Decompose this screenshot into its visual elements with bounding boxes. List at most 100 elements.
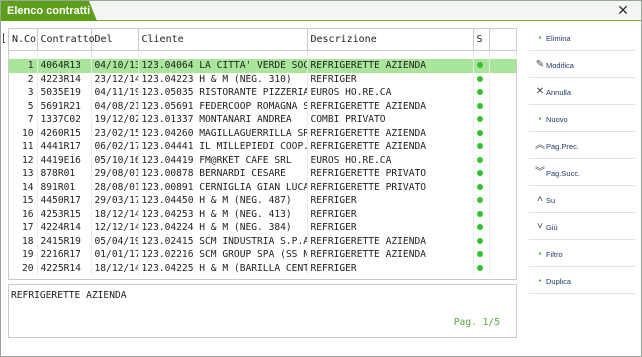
contracts-window: Elenco contratti ✕ N.Co Contratto Del Cl… — [0, 0, 642, 357]
row-contratto: 1337C02 — [37, 113, 92, 127]
row-filler — [489, 262, 516, 276]
table-row[interactable]: 16 4253R15 18/12/14 123.04253 H & M (NEG. 4… — [9, 207, 516, 222]
row-status — [473, 72, 490, 86]
status-dot-icon — [476, 89, 483, 95]
row-contratto: 878R01 — [37, 167, 92, 181]
table-row[interactable]: 1 4064R13 04/10/13 123.04064 LA CITTA' VERD… — [9, 59, 516, 73]
column-header-nco[interactable]: N.Co — [9, 29, 38, 51]
row-contratto: 4224R14 — [37, 221, 92, 235]
close-icon[interactable]: ✕ — [615, 2, 631, 18]
row-status — [473, 126, 490, 140]
row-cliente: 123.04223 H & M (NEG. 310) — [138, 72, 308, 86]
status-dot-icon — [476, 116, 483, 122]
row-nco: 16 — [9, 207, 38, 221]
row-filler — [489, 154, 516, 168]
row-filler — [489, 140, 516, 154]
table-row[interactable]: 18 2415R19 05/04/19 123.02415 SCM INDUSTRIA… — [9, 234, 516, 249]
status-dot-icon — [476, 197, 483, 203]
green-dot-icon: ● — [538, 278, 542, 284]
title-bar: Elenco contratti ✕ — [1, 1, 641, 21]
table-row[interactable]: 13 878R01 29/08/01 123.00878 BERNARDI CESAR… — [9, 167, 516, 181]
row-status — [473, 113, 490, 127]
row-status — [473, 167, 490, 181]
row-nco: 15 — [9, 194, 38, 208]
row-nco: 3 — [9, 86, 38, 100]
column-header-descrizione[interactable]: Descrizione — [307, 29, 474, 51]
row-del: 23/02/15 — [91, 126, 139, 140]
table-row[interactable]: 2 4223R14 23/12/14 123.04223 H & M (NEG. 31… — [9, 72, 516, 86]
row-contratto: 2415R19 — [37, 234, 92, 248]
row-del: 18/12/14 — [91, 207, 139, 221]
row-cliente: 123.05035 RISTORANTE PIZZERIA — [138, 86, 308, 100]
row-descrizione: REFRIGERETTE AZIENDA — [307, 59, 474, 73]
row-descrizione: REFRIGERETTE AZIENDA — [307, 99, 474, 113]
row-filler — [489, 100, 516, 114]
status-dot-icon — [476, 237, 483, 244]
sidebar-button-7[interactable]: ˅ Giù — [529, 215, 635, 240]
sidebar-button-8[interactable]: ● Filtro — [529, 242, 635, 267]
row-filler — [489, 113, 516, 127]
row-cliente: 123.00891 CERNIGLIA GIAN LUCA — [138, 180, 308, 194]
row-descrizione: REFRIGERETTE AZIENDA — [307, 248, 474, 262]
table-row[interactable]: 5 5691R21 04/08/21 123.05691 FEDERCOOP ROMA… — [9, 99, 516, 114]
row-contratto: 4225R14 — [37, 261, 92, 275]
table-row[interactable]: 17 4224R14 12/12/14 123.04224 H & M (NEG. 3… — [9, 221, 516, 235]
sidebar-button-4[interactable]: ︽ Pag.Prec. — [529, 134, 635, 159]
row-cliente: 123.02415 SCM INDUSTRIA S.P.A — [138, 234, 308, 248]
description-panel: REFRIGERETTE AZIENDA Pag. 1/5 — [8, 284, 517, 338]
table-row[interactable]: 20 4225R14 18/12/14 123.04225 H & M (BARILL… — [9, 261, 516, 276]
row-status — [473, 221, 490, 235]
row-filler — [489, 86, 516, 100]
row-nco: 19 — [9, 248, 38, 262]
sidebar-button-3[interactable]: ● Nuovo — [529, 107, 635, 132]
sidebar-button-9[interactable]: ● Duplica — [529, 269, 635, 294]
table-row[interactable]: 15 4450R17 29/03/17 123.04450 H & M (NEG. 4… — [9, 194, 516, 208]
column-header-contratto[interactable]: Contratto — [37, 29, 95, 51]
table-row[interactable]: 3 5035E19 04/11/19 123.05035 RISTORANTE PIZ… — [9, 86, 516, 100]
row-del: 01/01/17 — [91, 248, 139, 262]
sidebar-button-5[interactable]: ︾ Pag.Succ. — [529, 161, 635, 186]
row-del: 05/10/16 — [91, 153, 139, 167]
column-header-status[interactable]: S — [473, 29, 490, 51]
row-filler — [489, 248, 516, 262]
row-nco: 13 — [9, 167, 38, 181]
sidebar-button-1[interactable]: ✎ Modifica — [529, 53, 635, 78]
row-filler — [489, 208, 516, 222]
sidebar-button-label: Pag.Succ. — [546, 169, 581, 178]
table-row[interactable]: 12 4419E16 05/10/16 123.04419 FM@RKET CAFE … — [9, 153, 516, 168]
status-dot-icon — [476, 156, 483, 163]
row-descrizione: REFRIGER — [307, 72, 474, 86]
row-cliente: 123.04419 FM@RKET CAFE SRL — [138, 153, 308, 167]
table-row[interactable]: 10 4260R15 23/02/15 123.04260 MAGILLAGUERRI… — [9, 126, 516, 140]
row-contratto: 4253R15 — [37, 207, 92, 221]
status-dot-icon — [476, 264, 483, 271]
row-status — [473, 261, 490, 275]
row-cliente: 123.04441 IL MILLEPIEDI COOP. — [138, 140, 308, 154]
status-dot-icon — [476, 251, 483, 257]
chevron-up-icon: ˄ — [537, 194, 543, 205]
status-dot-icon — [476, 62, 483, 68]
row-filler — [489, 181, 516, 195]
sidebar-button-label: Annulla — [546, 88, 572, 97]
row-nco: 2 — [9, 72, 38, 86]
double-chevron-down-icon: ︾ — [535, 167, 545, 178]
sidebar-button-label: Duplica — [546, 277, 572, 286]
row-cliente: 123.04260 MAGILLAGUERRILLA SR — [138, 126, 308, 140]
row-cliente: 123.02216 SCM GROUP SPA (SS N — [138, 248, 308, 262]
table-row[interactable]: 19 2216R17 01/01/17 123.02216 SCM GROUP SPA… — [9, 248, 516, 262]
sidebar-button-6[interactable]: ˄ Su — [529, 188, 635, 213]
green-dot-icon: ● — [538, 251, 542, 257]
table-row[interactable]: 14 891R01 28/08/01 123.00891 CERNIGLIA GIAN… — [9, 180, 516, 195]
table-row[interactable]: 7 1337C02 19/12/02 123.01337 MONTANARI ANDR… — [9, 113, 516, 127]
row-filler — [489, 235, 516, 249]
row-status — [473, 59, 490, 73]
sidebar-button-2[interactable]: ✕ Annulla — [529, 80, 635, 105]
window-title: Elenco contratti — [1, 1, 97, 21]
table-row[interactable]: 11 4441R17 06/02/17 123.04441 IL MILLEPIEDI… — [9, 140, 516, 154]
row-filler — [489, 221, 516, 235]
action-sidebar: ● Elimina ✎ Modifica ✕ Annulla ● Nuovo ︽ Pag.Prec… — [529, 26, 635, 326]
column-header-cliente[interactable]: Cliente — [138, 29, 308, 51]
column-header-del[interactable]: Del — [91, 29, 139, 51]
contracts-table: N.Co Contratto Del Cliente Descrizione S… — [8, 28, 517, 280]
sidebar-button-0[interactable]: ● Elimina — [529, 26, 635, 51]
